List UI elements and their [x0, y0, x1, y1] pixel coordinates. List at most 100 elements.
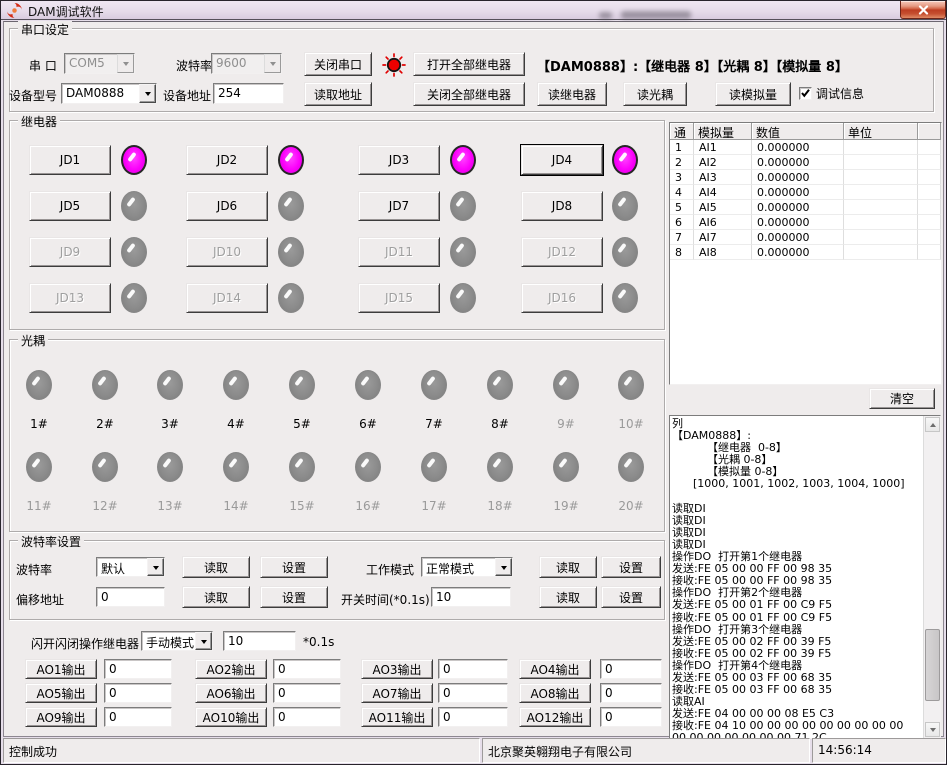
clear-log-button[interactable]: 清空: [869, 388, 935, 409]
baud-read-button[interactable]: 读取: [182, 556, 250, 578]
ao-output-button-11[interactable]: AO11输出: [361, 707, 433, 727]
relay-button-JD11[interactable]: JD11: [358, 237, 440, 267]
ao-output-input-4[interactable]: 0: [600, 659, 662, 679]
analog-table-row[interactable]: 3AI30.000000: [670, 170, 941, 185]
relay-button-JD1[interactable]: JD1: [29, 145, 111, 175]
relay-button-JD2[interactable]: JD2: [186, 145, 268, 175]
debug-info-checkbox[interactable]: 调试信息: [799, 85, 864, 102]
ao-output-button-10[interactable]: AO10输出: [195, 707, 267, 727]
device-summary: 【DAM0888】:【继电器 8】【光耦 8】【模拟量 8】: [537, 56, 848, 75]
read-address-button[interactable]: 读取地址: [304, 82, 372, 106]
relay-button-JD13[interactable]: JD13: [29, 283, 111, 313]
ao-output-button-3[interactable]: AO3输出: [361, 659, 433, 679]
baudrate-combo[interactable]: 9600: [211, 53, 282, 74]
ao-output-input-2[interactable]: 0: [273, 659, 341, 679]
analog-table-row[interactable]: 7AI70.000000: [670, 230, 941, 245]
analog-table-header-cell[interactable]: 模拟量: [694, 123, 752, 140]
relay-button-JD9[interactable]: JD9: [29, 237, 111, 267]
model-combo[interactable]: DAM0888: [61, 83, 157, 104]
close-port-button[interactable]: 关闭串口: [304, 52, 372, 76]
relay-button-JD8[interactable]: JD8: [521, 191, 603, 221]
flash-time-input[interactable]: 10: [223, 631, 296, 651]
analog-table-row[interactable]: 1AI10.000000: [670, 140, 941, 155]
flash-mode-combo[interactable]: 手动模式: [141, 631, 213, 651]
chevron-down-icon[interactable]: [147, 558, 164, 576]
scroll-down-icon[interactable]: [925, 722, 940, 737]
analog-table-header-cell[interactable]: 单位: [844, 123, 918, 140]
work-mode-combo[interactable]: 正常模式: [421, 557, 513, 577]
ao-output-button-2[interactable]: AO2输出: [195, 659, 267, 679]
analog-table: 通模拟量数值单位 1AI10.0000002AI20.0000003AI30.0…: [669, 122, 942, 385]
relay-button-JD7[interactable]: JD7: [358, 191, 440, 221]
scrollbar-thumb[interactable]: [925, 629, 940, 701]
address-input[interactable]: 254: [213, 83, 284, 104]
status-message: 控制成功: [3, 738, 480, 763]
close-button[interactable]: [900, 1, 946, 19]
work-mode-read-button[interactable]: 读取: [539, 556, 597, 578]
ao-output-input-7[interactable]: 0: [438, 683, 508, 703]
chevron-down-icon[interactable]: [495, 558, 512, 576]
ao-output-input-6[interactable]: 0: [273, 683, 341, 703]
opto-indicator-3#: [157, 370, 183, 400]
analog-table-header-cell[interactable]: 通: [670, 123, 694, 140]
ao-output-input-8[interactable]: 0: [600, 683, 662, 703]
read-opto-button[interactable]: 读光耦: [623, 82, 687, 106]
relay-button-JD14[interactable]: JD14: [186, 283, 268, 313]
relay-button-JD3[interactable]: JD3: [358, 145, 440, 175]
opto-channel-label: 2#: [85, 417, 125, 431]
log-line: 发送:FE 05 00 01 FF 00 C9 F5: [672, 599, 921, 611]
ao-output-button-4[interactable]: AO4输出: [519, 659, 591, 679]
analog-table-row[interactable]: 8AI80.000000: [670, 245, 941, 260]
switch-time-input[interactable]: 10: [431, 587, 511, 607]
relay-button-JD12[interactable]: JD12: [521, 237, 603, 267]
relay-button-JD6[interactable]: JD6: [186, 191, 268, 221]
ao-output-input-9[interactable]: 0: [104, 707, 172, 727]
ao-output-input-3[interactable]: 0: [438, 659, 508, 679]
work-mode-set-button[interactable]: 设置: [601, 556, 661, 578]
ao-output-button-8[interactable]: AO8输出: [519, 683, 591, 703]
ao-output-input-12[interactable]: 0: [600, 707, 662, 727]
ao-output-button-5[interactable]: AO5输出: [25, 683, 97, 703]
read-relay-button[interactable]: 读继电器: [537, 82, 607, 106]
relay-button-JD10[interactable]: JD10: [186, 237, 268, 267]
analog-table-header-cell[interactable]: [918, 123, 941, 140]
chevron-down-icon[interactable]: [195, 632, 212, 650]
ao-output-input-5[interactable]: 0: [104, 683, 172, 703]
ao-output-button-12[interactable]: AO12输出: [519, 707, 591, 727]
chevron-down-icon[interactable]: [264, 54, 281, 73]
baud-set-combo[interactable]: 默认: [96, 557, 165, 577]
chevron-down-icon[interactable]: [117, 54, 134, 73]
ao-output-button-9[interactable]: AO9输出: [25, 707, 97, 727]
relay-button-JD5[interactable]: JD5: [29, 191, 111, 221]
ao-output-input-11[interactable]: 0: [438, 707, 508, 727]
switch-time-set-button[interactable]: 设置: [601, 586, 661, 608]
analog-table-cell: 0.000000: [752, 245, 844, 260]
offset-read-button[interactable]: 读取: [182, 586, 250, 608]
ao-output-input-1[interactable]: 0: [104, 659, 172, 679]
open-all-relays-button[interactable]: 打开全部继电器: [413, 52, 525, 76]
relay-button-JD16[interactable]: JD16: [521, 283, 603, 313]
close-all-relays-button[interactable]: 关闭全部继电器: [413, 82, 525, 106]
chevron-down-icon[interactable]: [139, 84, 156, 103]
ao-output-button-6[interactable]: AO6输出: [195, 683, 267, 703]
analog-table-cell: 2: [670, 155, 694, 170]
opto-indicator-13#: [157, 452, 183, 482]
port-combo[interactable]: COM5: [64, 53, 135, 74]
switch-time-read-button[interactable]: 读取: [539, 586, 597, 608]
analog-table-row[interactable]: 2AI20.000000: [670, 155, 941, 170]
analog-table-row[interactable]: 5AI50.000000: [670, 200, 941, 215]
baud-set-button[interactable]: 设置: [260, 556, 328, 578]
ao-output-button-7[interactable]: AO7输出: [361, 683, 433, 703]
ao-output-button-1[interactable]: AO1输出: [25, 659, 97, 679]
offset-address-input[interactable]: 0: [96, 587, 165, 607]
scroll-up-icon[interactable]: [925, 417, 940, 432]
analog-table-header-cell[interactable]: 数值: [752, 123, 844, 140]
relay-button-JD15[interactable]: JD15: [358, 283, 440, 313]
log-scrollbar[interactable]: [923, 416, 940, 738]
offset-set-button[interactable]: 设置: [260, 586, 328, 608]
analog-table-row[interactable]: 6AI60.000000: [670, 215, 941, 230]
read-analog-button[interactable]: 读模拟量: [715, 82, 791, 106]
analog-table-row[interactable]: 4AI40.000000: [670, 185, 941, 200]
relay-button-JD4[interactable]: JD4: [521, 145, 603, 175]
ao-output-input-10[interactable]: 0: [273, 707, 341, 727]
